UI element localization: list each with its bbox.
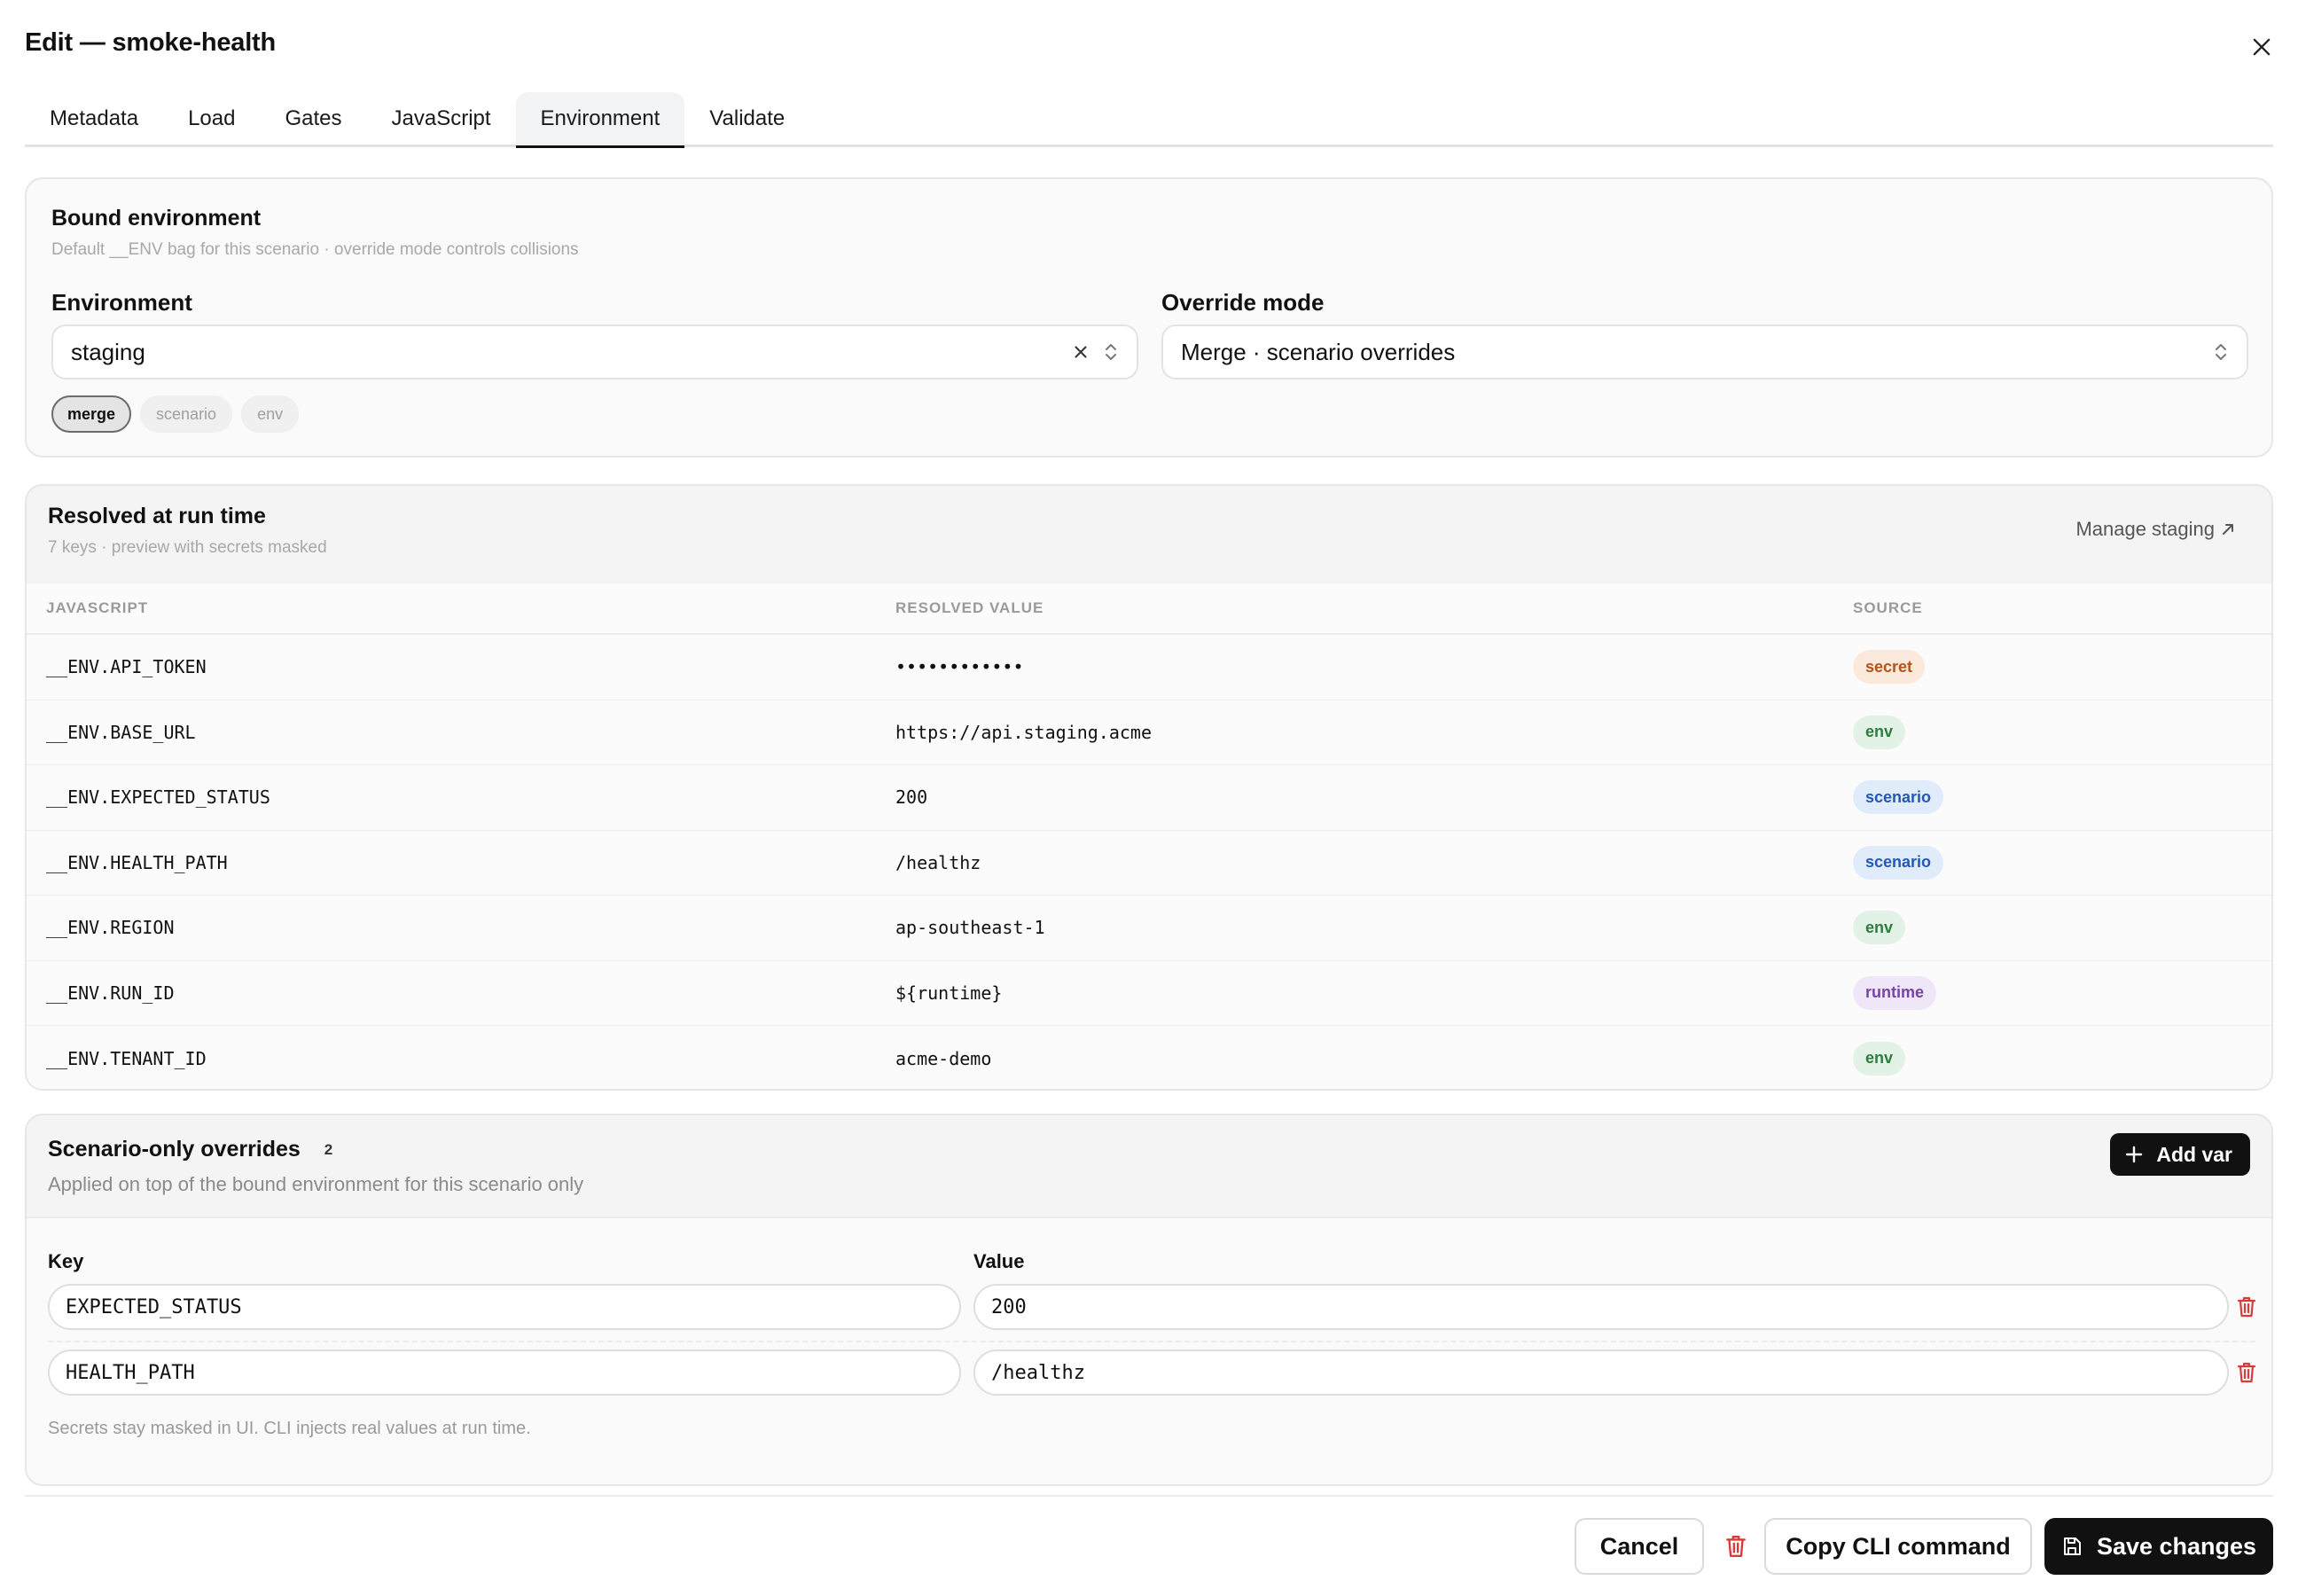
tab-environment[interactable]: Environment [515, 92, 685, 148]
external-arrow-icon [2223, 524, 2233, 535]
env-key: __ENV.TENANT_ID [46, 1047, 207, 1069]
manage-staging-link[interactable]: Manage staging [2075, 518, 2236, 541]
chevron-up-down-icon [2216, 344, 2226, 360]
source-badge: env [1853, 1041, 1906, 1076]
overrides-count-badge: 2 [324, 1141, 333, 1159]
close-icon [2253, 38, 2271, 56]
override-mode-value: Merge · scenario overrides [1181, 338, 1456, 365]
override-value-input[interactable]: /healthz [973, 1350, 2229, 1396]
overrides-title: Scenario-only overrides [48, 1137, 301, 1162]
override-key-input[interactable]: HEALTH_PATH [48, 1350, 961, 1396]
delete-override-button[interactable] [2231, 1357, 2263, 1389]
bound-environment-title: Bound environment [51, 206, 262, 231]
bound-environment-subtitle: Default __ENV bag for this scenario · ov… [51, 240, 579, 259]
source-badge: env [1853, 715, 1906, 749]
tab-label: JavaScript [391, 106, 491, 130]
resolved-value: ${runtime} [895, 982, 1003, 1004]
table-row: __ENV.HEALTH_PATH /healthz scenario [27, 831, 2271, 896]
add-var-button[interactable]: Add var [2110, 1133, 2250, 1176]
close-button[interactable] [2243, 28, 2280, 66]
environment-value: staging [71, 338, 145, 365]
env-key: __ENV.REGION [46, 917, 175, 939]
resolved-table-body: __ENV.API_TOKEN •••••••••••• secret __EN… [27, 635, 2271, 1089]
trash-icon [1726, 1536, 1746, 1557]
tab-label: Gates [285, 106, 342, 130]
env-key: __ENV.RUN_ID [46, 982, 175, 1004]
env-key: __ENV.EXPECTED_STATUS [46, 786, 270, 809]
resolved-table-header: JAVASCRIPT RESOLVED VALUE SOURCE [27, 583, 2271, 635]
resolved-value: https://api.staging.acme [895, 721, 1152, 743]
tab-bar: Metadata Load Gates JavaScript Environme… [25, 92, 2273, 148]
tab-gates[interactable]: Gates [260, 92, 366, 145]
resolved-value: •••••••••••• [895, 656, 1024, 678]
value-column-label: Value [973, 1250, 1025, 1272]
footer-divider [25, 1495, 2273, 1497]
column-resolved-value: RESOLVED VALUE [895, 599, 1044, 616]
resolved-title: Resolved at run time [48, 504, 266, 528]
clear-icon[interactable] [1071, 342, 1090, 362]
table-row: __ENV.BASE_URL https://api.staging.acme … [27, 700, 2271, 765]
resolved-value: ap-southeast-1 [895, 917, 1045, 939]
column-javascript: JAVASCRIPT [46, 599, 149, 616]
source-badge: scenario [1853, 845, 1944, 880]
save-changes-label: Save changes [2096, 1532, 2257, 1560]
column-source: SOURCE [1853, 599, 1923, 616]
dialog-title: Edit — smoke-health [25, 28, 277, 57]
env-key: __ENV.API_TOKEN [46, 656, 207, 678]
override-mode-label: Override mode [1161, 289, 1325, 316]
scenario-overrides-card: Scenario-only overrides 2 Applied on top… [25, 1114, 2273, 1486]
table-row: __ENV.API_TOKEN •••••••••••• secret [27, 635, 2271, 700]
resolved-value: acme-demo [895, 1047, 992, 1069]
resolved-card: Resolved at run time 7 keys · preview wi… [25, 484, 2273, 1091]
plus-icon [2126, 1146, 2143, 1163]
env-key: __ENV.BASE_URL [46, 721, 196, 743]
chip-env[interactable]: env [241, 395, 300, 433]
override-key-input[interactable]: EXPECTED_STATUS [48, 1284, 961, 1330]
save-changes-button[interactable]: Save changes [2044, 1518, 2273, 1575]
delete-override-button[interactable] [2231, 1291, 2263, 1323]
save-icon [2063, 1537, 2081, 1555]
environment-select[interactable]: staging [51, 325, 1138, 379]
copy-cli-command-button[interactable]: Copy CLI command [1764, 1518, 2032, 1575]
overrides-subtitle: Applied on top of the bound environment … [48, 1173, 584, 1195]
source-badge: env [1853, 911, 1906, 945]
tab-label: Load [188, 106, 236, 130]
chevron-up-down-icon [1106, 344, 1116, 360]
bound-environment-card: Bound environment Default __ENV bag for … [25, 177, 2273, 458]
override-mode-chips: merge scenario env [51, 395, 300, 433]
table-row: __ENV.EXPECTED_STATUS 200 scenario [27, 765, 2271, 831]
cancel-button[interactable]: Cancel [1575, 1518, 1704, 1575]
trash-icon [2237, 1296, 2256, 1318]
delete-scenario-button[interactable] [1720, 1530, 1752, 1562]
tab-javascript[interactable]: JavaScript [367, 92, 516, 145]
resolved-subtitle: 7 keys · preview with secrets masked [48, 538, 327, 557]
tab-label: Validate [709, 106, 786, 130]
table-row: __ENV.RUN_ID ${runtime} runtime [27, 961, 2271, 1026]
chip-scenario[interactable]: scenario [140, 395, 233, 433]
env-key: __ENV.HEALTH_PATH [46, 851, 228, 873]
tab-validate[interactable]: Validate [684, 92, 809, 145]
manage-link-label: Manage staging [2075, 518, 2215, 540]
table-row: __ENV.TENANT_ID acme-demo env [27, 1026, 2271, 1089]
source-badge: scenario [1853, 780, 1944, 815]
key-column-label: Key [48, 1250, 84, 1272]
resolved-value: /healthz [895, 851, 981, 873]
tab-load[interactable]: Load [163, 92, 260, 145]
tab-metadata[interactable]: Metadata [25, 92, 163, 145]
trash-icon [2237, 1362, 2256, 1383]
tab-label: Environment [540, 106, 660, 130]
source-badge: secret [1853, 650, 1926, 685]
override-value-input[interactable]: 200 [973, 1284, 2229, 1330]
chip-merge[interactable]: merge [51, 395, 132, 433]
override-mode-select[interactable]: Merge · scenario overrides [1161, 325, 2248, 379]
resolved-value: 200 [895, 786, 928, 809]
environment-label: Environment [51, 289, 192, 316]
override-row-divider [48, 1341, 2255, 1342]
add-var-label: Add var [2156, 1142, 2232, 1166]
source-badge: runtime [1853, 975, 1937, 1010]
secrets-footnote: Secrets stay masked in UI. CLI injects r… [48, 1419, 531, 1438]
tab-label: Metadata [50, 106, 139, 130]
table-row: __ENV.REGION ap-southeast-1 env [27, 896, 2271, 961]
